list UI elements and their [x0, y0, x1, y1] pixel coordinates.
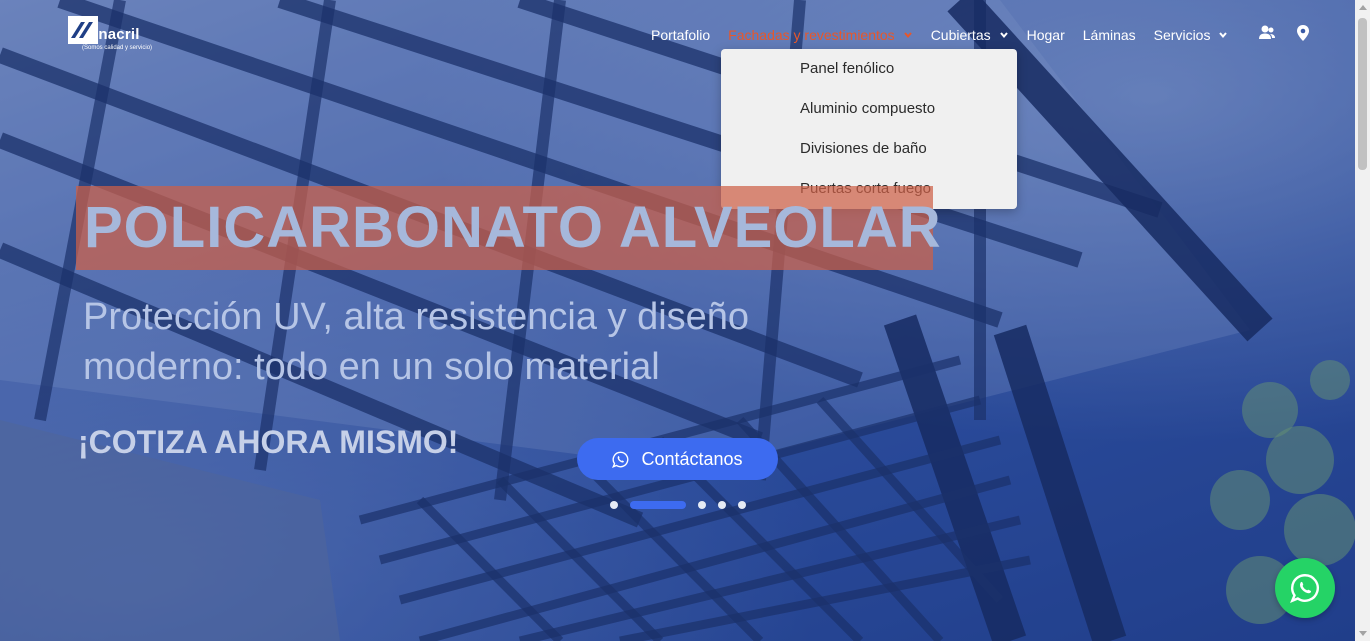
slider-dot-4[interactable]	[718, 501, 726, 509]
users-icon[interactable]	[1258, 24, 1276, 42]
nav-label: Fachadas y revestimientos	[728, 27, 895, 43]
contact-button[interactable]: Contáctanos	[577, 438, 778, 480]
nav-item-portafolio[interactable]: Portafolio	[651, 27, 710, 43]
hero-cta-text: ¡COTIZA AHORA MISMO!	[78, 424, 459, 460]
chevron-down-icon	[903, 32, 912, 39]
page-scrollbar[interactable]	[1355, 0, 1370, 641]
nav-item-laminas[interactable]: Láminas	[1083, 27, 1136, 43]
hero-headline: POLICARBONATO ALVEOLAR	[84, 195, 942, 260]
whatsapp-icon	[612, 451, 629, 468]
brand-logo[interactable]: inacril (Somos calidad y servicio)	[68, 16, 164, 56]
scrollbar-thumb[interactable]	[1358, 18, 1367, 170]
slider-dot-5[interactable]	[738, 501, 746, 509]
scroll-up-arrow[interactable]	[1359, 5, 1367, 10]
nav-item-hogar[interactable]: Hogar	[1027, 27, 1065, 43]
nav-label: Hogar	[1026, 27, 1065, 43]
logo-tagline: (Somos calidad y servicio)	[82, 45, 153, 51]
main-nav: Portafolio Fachadas y revestimientos Cub…	[651, 24, 1246, 46]
slider-dot-1[interactable]	[610, 501, 618, 509]
contact-button-label: Contáctanos	[641, 448, 743, 469]
slider-dot-3[interactable]	[698, 501, 706, 509]
dropdown-item-divisiones-bano[interactable]: Divisiones de baño	[800, 140, 927, 157]
nav-label: Portafolio	[651, 27, 711, 43]
whatsapp-icon	[1290, 574, 1319, 603]
chevron-down-icon	[1219, 32, 1228, 39]
logo-word: inacril	[94, 26, 140, 43]
nav-item-fachadas[interactable]: Fachadas y revestimientos	[728, 27, 913, 43]
nav-label: Láminas	[1082, 27, 1136, 43]
chevron-down-icon	[999, 32, 1008, 39]
nav-label: Servicios	[1153, 27, 1211, 43]
nav-label: Cubiertas	[930, 27, 991, 43]
fachadas-dropdown-menu: Panel fenólico Aluminio compuesto Divisi…	[721, 49, 1017, 209]
nav-item-servicios[interactable]: Servicios	[1154, 27, 1229, 43]
whatsapp-float-button[interactable]	[1275, 558, 1335, 618]
location-pin-icon[interactable]	[1294, 24, 1312, 42]
dropdown-item-aluminio-compuesto[interactable]: Aluminio compuesto	[800, 100, 935, 117]
scroll-down-arrow[interactable]	[1359, 631, 1367, 636]
dropdown-item-panel-fenolico[interactable]: Panel fenólico	[800, 60, 894, 77]
slider-dot-2-active[interactable]	[630, 501, 686, 509]
hero-subtitle: Protección UV, alta resistencia y diseño…	[83, 296, 750, 388]
nav-item-cubiertas[interactable]: Cubiertas	[931, 27, 1009, 43]
